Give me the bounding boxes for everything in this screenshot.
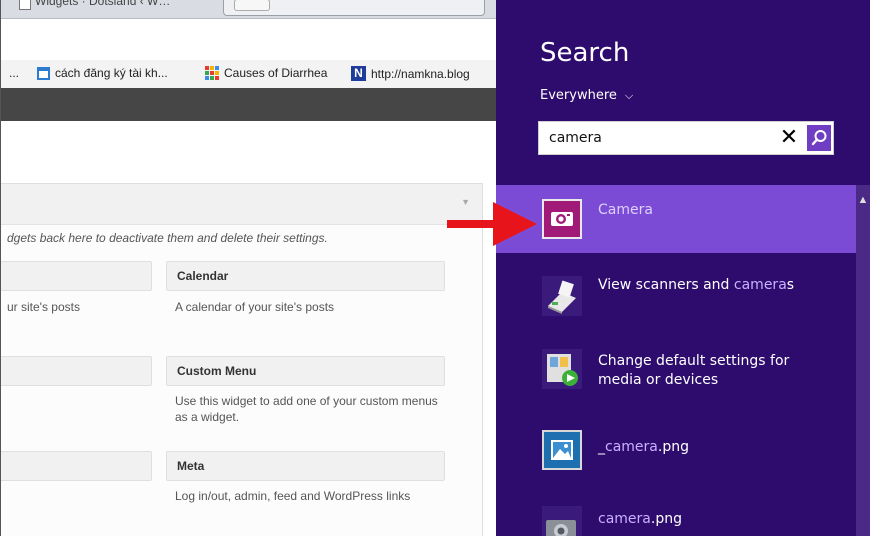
- search-input[interactable]: [539, 122, 767, 154]
- image-file-icon: [542, 430, 582, 470]
- result-text-post: .png: [657, 439, 689, 455]
- calendar-icon: [37, 66, 50, 80]
- search-icon: [811, 130, 827, 146]
- result-label: camera.png: [598, 510, 682, 529]
- widget-box-custom-menu[interactable]: Custom Menu: [166, 356, 445, 386]
- result-text-pre: Change default settings for media or dev…: [598, 353, 790, 388]
- result-label: Change default settings for media or dev…: [598, 352, 828, 390]
- browser-window: Widgets · Dotsland ‹ W… ... cách đăng ký…: [0, 0, 496, 536]
- widget-desc: Use this widget to add one of your custo…: [175, 394, 438, 424]
- scroll-up-icon[interactable]: ▲: [856, 193, 870, 207]
- result-label: _camera.png: [598, 438, 689, 457]
- new-tab[interactable]: [223, 0, 485, 16]
- result-text-highlight: camera: [598, 511, 651, 527]
- scanner-icon: [542, 276, 582, 316]
- widget-box-calendar[interactable]: Calendar: [166, 261, 445, 291]
- inactive-widgets-panel: ▼ dgets back here to deactivate them and…: [1, 183, 483, 536]
- result-text-post: s: [786, 277, 795, 293]
- result-text-highlight: camera: [733, 277, 787, 293]
- tab-favicon: [19, 0, 31, 10]
- results-scrollbar[interactable]: ▲: [856, 185, 870, 536]
- widget-box-meta[interactable]: Meta: [166, 451, 445, 481]
- bookmarks-bar: ... cách đăng ký tài kh... Causes of Dia…: [1, 60, 496, 89]
- result-camera-png[interactable]: camera.png: [496, 494, 856, 536]
- result-text-highlight: Camera: [598, 202, 653, 218]
- new-tab-icon: [234, 0, 270, 11]
- result-change-default-settings[interactable]: Change default settings for media or dev…: [496, 337, 856, 405]
- tab-title[interactable]: Widgets · Dotsland ‹ W…: [35, 0, 170, 8]
- widget-title: Calendar: [177, 269, 229, 283]
- bookmark-label: ...: [9, 66, 20, 80]
- widget-box-left-3[interactable]: [1, 451, 152, 481]
- bookmark-causes-of-diarrhea[interactable]: Causes of Diarrhea: [205, 66, 327, 80]
- result-text-pre: _: [598, 439, 605, 455]
- n-logo-icon: N: [351, 66, 366, 81]
- widget-desc: Log in/out, admin, feed and WordPress li…: [175, 489, 411, 503]
- camera-image-thumbnail-icon: [542, 506, 582, 536]
- widget-title: Meta: [177, 459, 205, 473]
- result-camera-app[interactable]: Camera: [496, 185, 856, 253]
- panel-description: dgets back here to deactivate them and d…: [7, 231, 328, 245]
- chevron-down-icon: ⌵: [624, 88, 634, 102]
- clear-search-button[interactable]: ✕: [777, 126, 801, 150]
- search-scope-dropdown[interactable]: Everywhere ⌵: [540, 88, 633, 103]
- bookmark-namkna-blog[interactable]: N http://namkna.blog: [351, 66, 470, 81]
- result-label: View scanners and cameras: [598, 276, 794, 295]
- search-box: ✕: [538, 121, 834, 155]
- bookmark-cach-dang-ky[interactable]: cách đăng ký tài kh...: [37, 66, 168, 80]
- widget-title: Custom Menu: [177, 364, 257, 378]
- bookmark-label: http://namkna.blog: [371, 66, 470, 81]
- result-text-post: .png: [650, 511, 682, 527]
- widget-box-left-2[interactable]: [1, 356, 152, 386]
- search-title: Search: [540, 38, 630, 68]
- widget-desc: ur site's posts: [7, 300, 80, 314]
- wp-admin-bar: [1, 88, 496, 121]
- result-text-pre: View scanners and: [598, 277, 734, 293]
- tab-bar: Widgets · Dotsland ‹ W…: [1, 0, 496, 19]
- search-charm: Search Everywhere ⌵ ✕ Camera: [496, 0, 870, 536]
- bookmark-label: cách đăng ký tài kh...: [55, 66, 168, 80]
- result-view-scanners[interactable]: View scanners and cameras: [496, 262, 856, 330]
- camera-app-icon: [542, 199, 582, 239]
- panel-header[interactable]: ▼: [1, 184, 482, 225]
- search-button[interactable]: [807, 125, 831, 151]
- autoplay-settings-icon: [542, 349, 582, 389]
- bookmark-overflow[interactable]: ...: [9, 66, 19, 80]
- widget-desc: A calendar of your site's posts: [175, 300, 335, 314]
- result-label: Camera: [598, 201, 653, 220]
- result-camera-png-underscore[interactable]: _camera.png: [496, 418, 856, 486]
- colorful-grid-icon: [205, 66, 219, 80]
- result-text-highlight: camera: [605, 439, 658, 455]
- bookmark-label: Causes of Diarrhea: [224, 66, 328, 80]
- widget-box-recent-posts[interactable]: [1, 261, 152, 291]
- red-arrow-icon: [447, 202, 537, 246]
- scope-label: Everywhere: [540, 88, 617, 103]
